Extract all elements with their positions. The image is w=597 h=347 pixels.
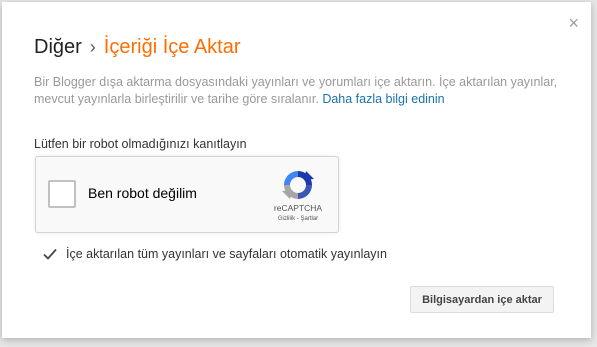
autopublish-label: İçe aktarılan tüm yayınları ve sayfaları…: [66, 247, 387, 261]
breadcrumb-separator-icon: ›: [89, 37, 96, 57]
description-text: Bir Blogger dışa aktarma dosyasındaki ya…: [34, 75, 558, 106]
autopublish-option[interactable]: İçe aktarılan tüm yayınları ve sayfaları…: [42, 246, 387, 262]
checkmark-icon[interactable]: [42, 246, 58, 262]
learn-more-link[interactable]: Daha fazla bilgi edinin: [322, 92, 444, 106]
recaptcha-brand: reCAPTCHA: [273, 203, 323, 213]
recaptcha-label: Ben robot değilim: [88, 185, 197, 201]
import-dialog: × Diğer › İçeriği İçe Aktar Bir Blogger dı…: [2, 2, 591, 338]
robot-prompt: Lütfen bir robot olmadığınızı kanıtlayın: [34, 137, 247, 151]
description: Bir Blogger dışa aktarma dosyasındaki ya…: [34, 74, 564, 108]
close-icon[interactable]: ×: [568, 14, 579, 32]
page-title: Diğer › İçeriği İçe Aktar: [34, 36, 241, 59]
recaptcha-logo-icon: [282, 171, 314, 199]
breadcrumb-current: İçeriği İçe Aktar: [103, 36, 241, 58]
import-from-computer-button[interactable]: Bilgisayardan içe aktar: [410, 286, 554, 313]
breadcrumb-parent[interactable]: Diğer: [34, 36, 82, 58]
recaptcha-links[interactable]: Gizlilik - Şartlar: [263, 216, 333, 222]
recaptcha-widget: Ben robot değilim reCAPTCHA Gizlilik - Ş…: [35, 156, 339, 233]
recaptcha-checkbox[interactable]: [48, 180, 76, 208]
